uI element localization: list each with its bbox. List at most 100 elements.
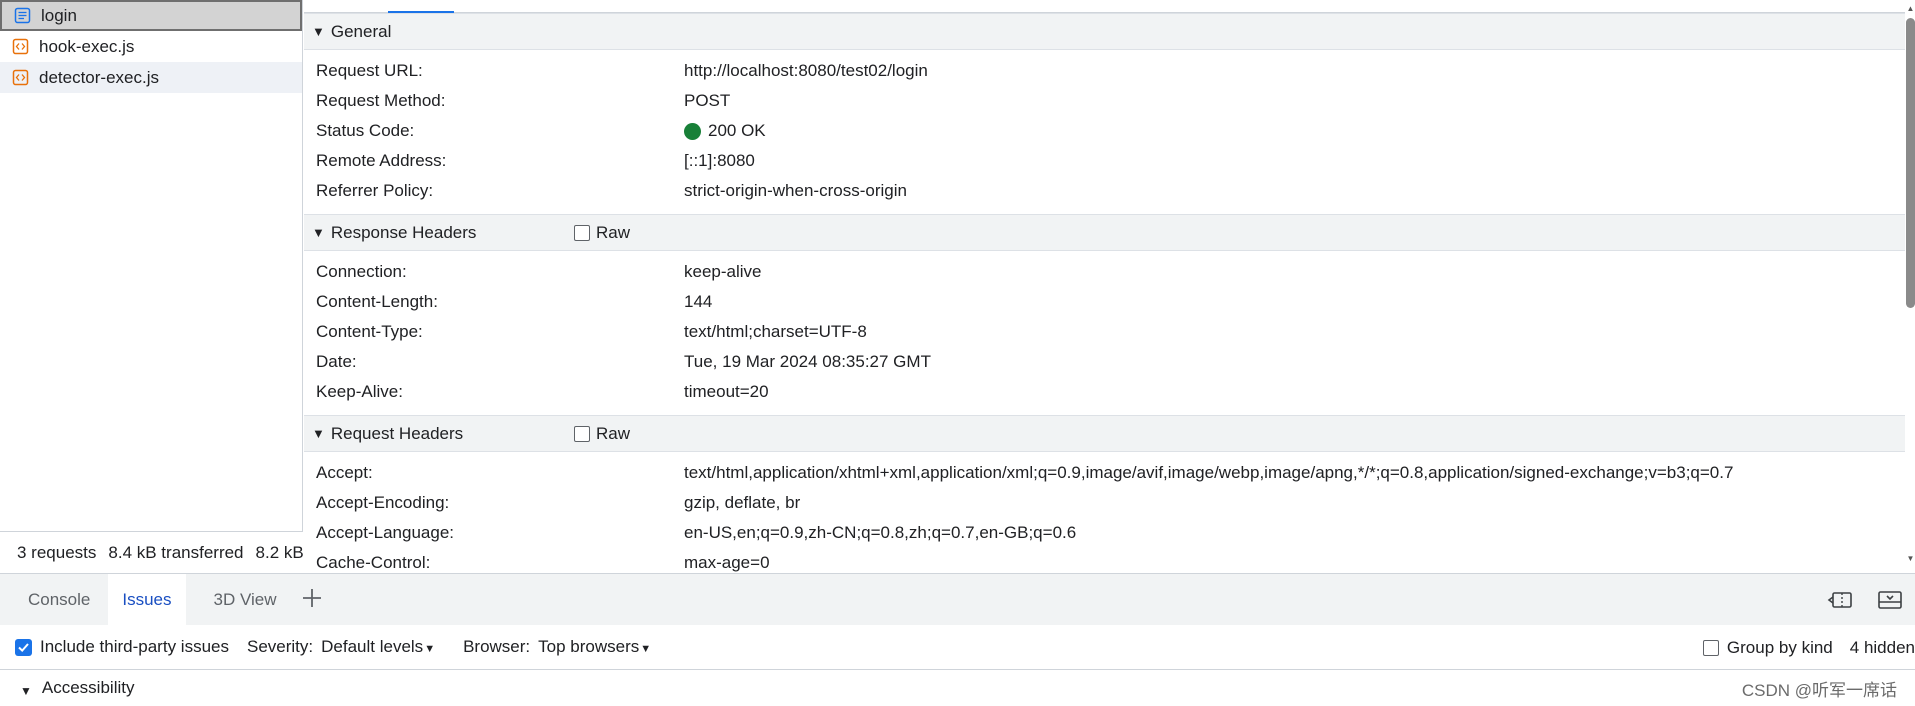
header-row: Status Code: 200 OK [304,116,1905,146]
triangle-down-icon: ▼ [20,684,32,698]
browser-value: Top browsers [538,637,640,656]
header-row: Keep-Alive: timeout=20 [304,377,1905,407]
request-name: login [41,5,77,25]
group-by-kind-checkbox[interactable] [1702,639,1719,656]
request-item-detector-exec[interactable]: detector-exec.js [0,62,302,93]
response-header-rows: Connection: keep-alive Content-Length: 144… [304,251,1905,415]
resources-size: 8.2 kB [255,542,303,562]
header-row: Request URL: http://localhost:8080/test02… [304,56,1905,86]
raw-label: Raw [596,423,631,443]
section-general-header[interactable]: ▼ General [304,13,1905,50]
header-row: Accept-Language: en-US,en;q=0.9,zh-CN;q=0… [304,518,1905,548]
section-request-headers-header[interactable]: ▼ Request Headers Raw [304,415,1905,452]
script-icon [12,38,29,55]
raw-checkbox[interactable] [574,425,590,442]
document-icon [14,7,31,24]
header-row: Accept-Encoding: gzip, deflate, br [304,488,1905,518]
status-ok-dot-icon [684,122,701,140]
header-value[interactable]: keep-alive [684,262,762,282]
detail-tab-strip [304,0,1905,13]
issues-toolbar: Include third-party issues Severity: Def… [0,625,1915,670]
header-key: Content-Length: [316,292,438,311]
tab-issues[interactable]: Issues [108,573,186,626]
scroll-up-arrow-icon[interactable]: ▲ [1906,4,1915,13]
browser-select[interactable]: Top browsers▼ [538,637,651,657]
drawer-actions [1827,590,1903,615]
section-title: General [330,21,392,41]
request-name: hook-exec.js [39,36,135,56]
header-key: Status Code: [316,121,415,140]
header-value[interactable]: Tue, 19 Mar 2024 08:35:27 GMT [684,352,931,372]
triangle-down-icon: ▼ [312,24,325,39]
triangle-down-icon: ▼ [312,225,325,240]
accessibility-title: Accessibility [41,678,135,697]
header-key: Accept-Language: [316,523,454,542]
header-key: Keep-Alive: [316,382,403,401]
request-name: detector-exec.js [39,67,159,87]
tab-console[interactable]: Console [14,574,104,626]
header-value[interactable]: en-US,en;q=0.9,zh-CN;q=0.8,zh;q=0.7,en-G… [684,523,1076,543]
severity-select[interactable]: Default levels▼ [321,637,435,657]
headers-scrollbar[interactable]: ▲ ▼ [1906,0,1915,573]
request-item-hook-exec[interactable]: hook-exec.js [0,31,302,62]
hidden-issues-count: 4 hidden [1849,637,1915,657]
dropdown-caret-icon: ▼ [640,643,652,655]
header-row: Accept: text/html,application/xhtml+xml,a… [304,458,1905,488]
header-value[interactable]: text/html,application/xhtml+xml,applicat… [684,463,1733,483]
header-value[interactable]: POST [684,91,730,111]
header-key: Content-Type: [316,322,423,341]
header-value[interactable]: [::1]:8080 [684,151,755,171]
raw-checkbox[interactable] [574,224,590,241]
raw-toggle[interactable]: Raw [574,223,630,243]
scroll-down-arrow-icon[interactable]: ▼ [1906,554,1915,563]
request-list-pane: login hook-exec.js detector-exec.js 3 re… [0,0,303,573]
request-count: 3 requests [17,542,97,562]
header-value[interactable]: 144 [684,292,712,312]
dock-bottom-icon[interactable] [1877,590,1903,615]
status-code-text: 200 OK [708,121,766,140]
header-row: Remote Address: [::1]:8080 [304,146,1905,176]
header-row: Date: Tue, 19 Mar 2024 08:35:27 GMT [304,347,1905,377]
severity-label: Severity: [246,637,314,656]
include-third-party-label[interactable]: Include third-party issues [40,637,229,657]
group-by-kind-label[interactable]: Group by kind [1727,638,1833,658]
network-summary-bar: 3 requests 8.4 kB transferred 8.2 kB [0,531,303,573]
transferred-size: 8.4 kB transferred [108,542,244,562]
scrollbar-thumb[interactable] [1906,18,1915,308]
header-key: Date: [316,352,357,371]
script-icon [12,69,29,86]
dock-side-icon[interactable] [1827,590,1853,615]
dropdown-caret-icon: ▼ [424,643,436,655]
header-key: Referrer Policy: [316,181,434,200]
section-title: Request Headers [330,423,464,443]
header-row: Connection: keep-alive [304,257,1905,287]
general-rows: Request URL: http://localhost:8080/test02… [304,50,1905,214]
header-key: Cache-Control: [316,553,431,572]
status-code-value[interactable]: 200 OK [684,121,766,141]
browser-label: Browser: [463,637,531,656]
section-response-headers-header[interactable]: ▼ Response Headers Raw [304,214,1905,251]
include-third-party-checkbox[interactable] [15,638,32,656]
headers-pane: ▼ General Request URL: http://localhost:8… [304,0,1905,573]
request-header-rows: Accept: text/html,application/xhtml+xml,a… [304,452,1905,573]
request-item-login[interactable]: login [0,0,302,31]
drawer-tab-bar: Console Issues 3D View [0,573,1915,626]
accessibility-category-row[interactable]: ▼ Accessibility [0,670,1915,706]
header-row: Content-Length: 144 [304,287,1905,317]
add-tab-plus-icon[interactable] [301,586,323,614]
header-row: Cache-Control: max-age=0 [304,548,1905,573]
header-value[interactable]: gzip, deflate, br [684,493,800,513]
triangle-down-icon: ▼ [312,426,325,441]
header-value[interactable]: text/html;charset=UTF-8 [684,322,867,342]
header-row: Referrer Policy: strict-origin-when-cross… [304,176,1905,206]
header-value[interactable]: strict-origin-when-cross-origin [684,181,907,201]
header-key: Remote Address: [316,151,447,170]
severity-value: Default levels [321,637,424,656]
header-key: Request Method: [316,91,446,110]
header-value[interactable]: timeout=20 [684,382,769,402]
tab-3d-view[interactable]: 3D View [200,574,291,626]
header-value[interactable]: http://localhost:8080/test02/login [684,61,928,81]
header-value[interactable]: max-age=0 [684,553,770,573]
header-key: Connection: [316,262,407,281]
raw-toggle[interactable]: Raw [574,424,630,444]
